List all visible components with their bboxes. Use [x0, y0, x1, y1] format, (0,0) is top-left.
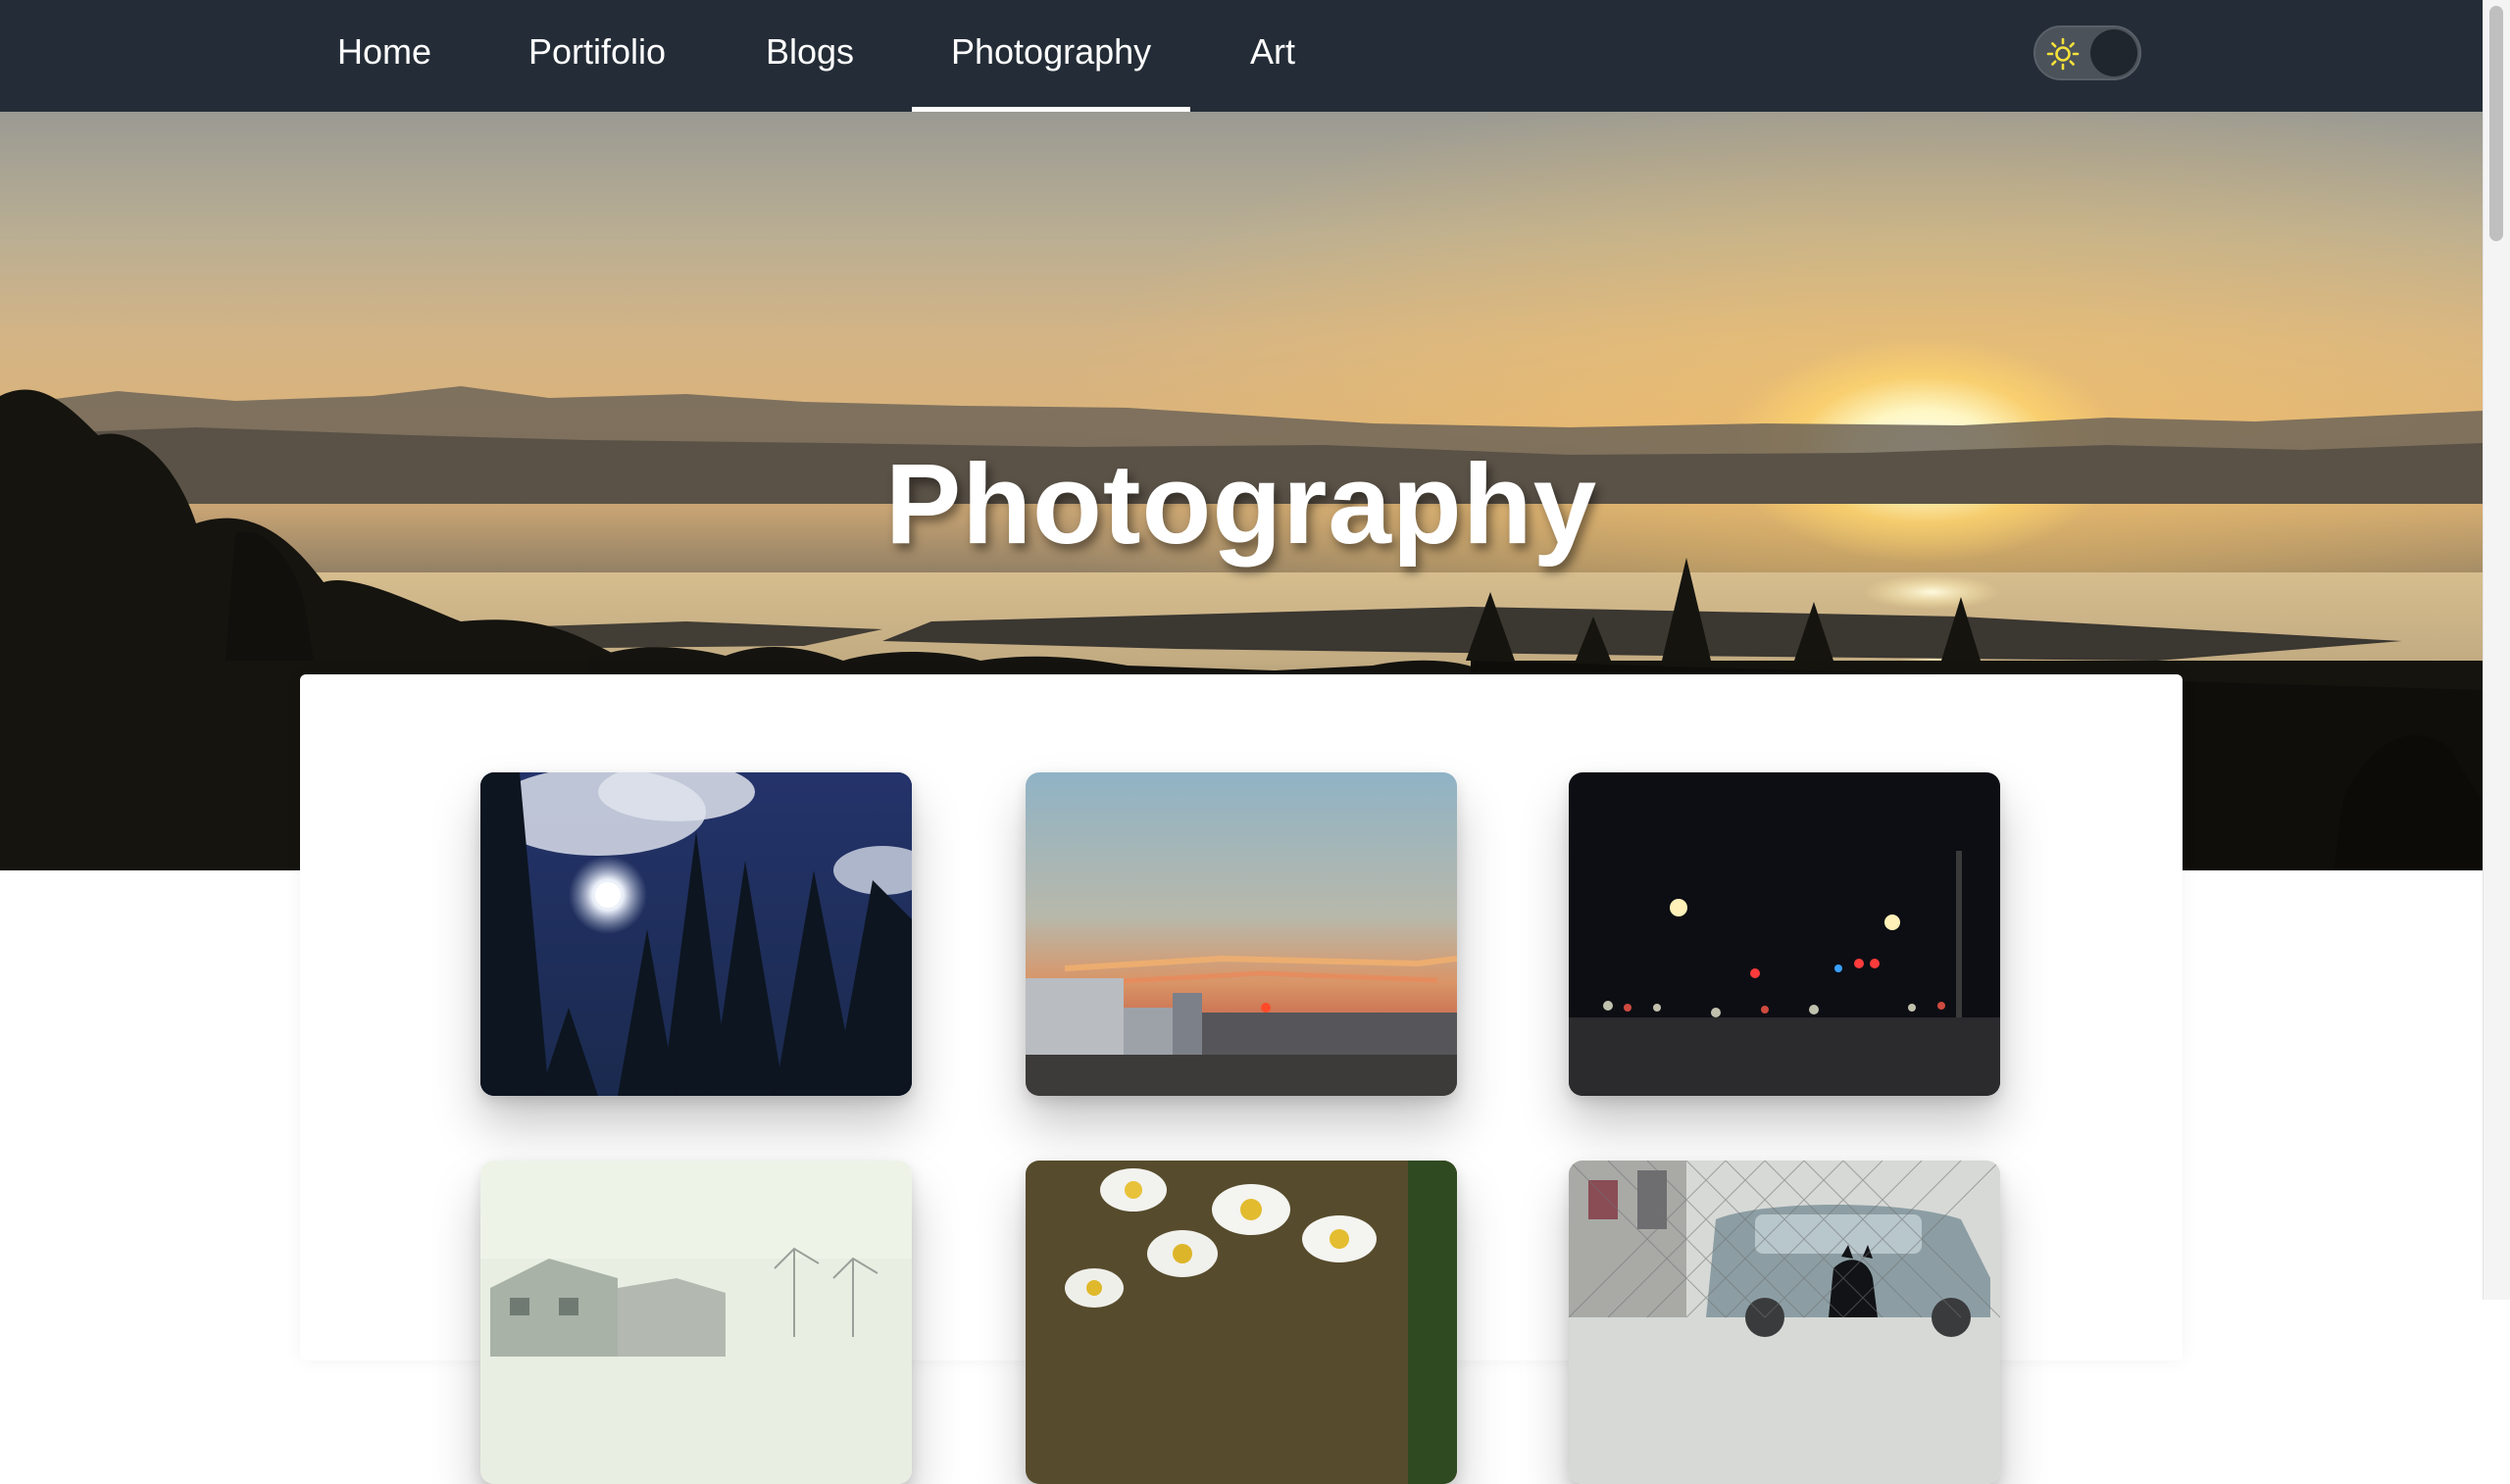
nav-link-photography[interactable]: Photography — [911, 0, 1191, 112]
theme-toggle[interactable] — [2033, 25, 2141, 80]
nav-link-home[interactable]: Home — [337, 0, 431, 112]
toggle-knob — [2090, 29, 2137, 76]
gallery-photo-night-street-lights[interactable] — [1569, 772, 2000, 1096]
nav-link-portifolio[interactable]: Portifolio — [528, 0, 666, 112]
nav-link-art[interactable]: Art — [1250, 0, 1295, 112]
top-navbar: Home Portifolio Blogs Photography Art — [0, 0, 2483, 112]
photo-gallery — [300, 674, 2183, 1484]
nav-link-blogs[interactable]: Blogs — [766, 0, 854, 112]
sun-icon — [2046, 37, 2080, 71]
gallery-photo-snowy-house[interactable] — [480, 1161, 912, 1484]
gallery-photo-city-sunset[interactable] — [1026, 772, 1457, 1096]
gallery-photo-dog-by-car[interactable] — [1569, 1161, 2000, 1484]
gallery-photo-daisies[interactable] — [1026, 1161, 1457, 1484]
page-title: Photography — [884, 439, 1598, 568]
gallery-photo-moon-over-pines[interactable] — [480, 772, 912, 1096]
scrollbar-thumb[interactable] — [2489, 6, 2503, 241]
